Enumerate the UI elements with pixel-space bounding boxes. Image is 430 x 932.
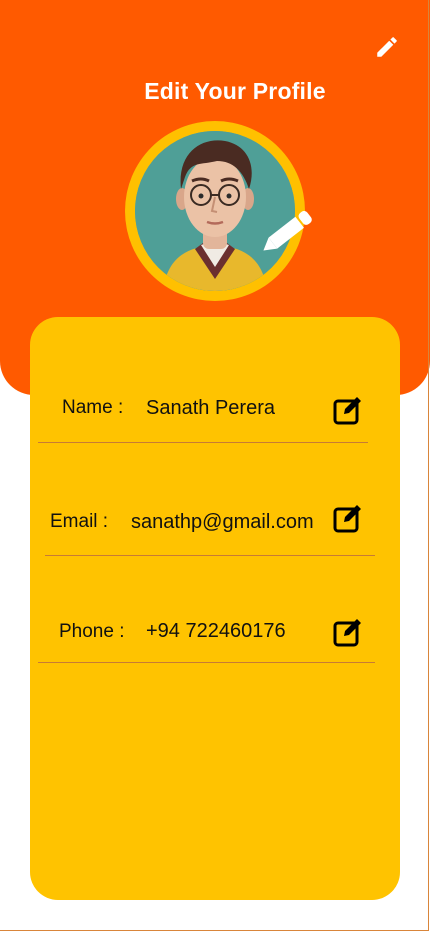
edit-square-icon [333,619,361,647]
phone-divider [38,662,375,663]
name-divider [38,442,368,443]
pencil-icon [377,37,397,57]
edit-profile-button[interactable] [372,32,402,62]
email-label: Email : [50,511,109,532]
edit-email-button[interactable] [332,502,364,534]
email-divider [45,555,375,556]
profile-details-card: Name : Sanath Perera Email : sanathp@gma… [30,317,400,900]
edit-square-icon [333,397,361,425]
edit-name-button[interactable] [332,394,364,426]
page-title: Edit Your Profile [144,78,326,104]
name-value: Sanath Perera [146,397,275,419]
name-label: Name : [62,397,124,418]
email-value: sanathp@gmail.com [131,511,314,533]
phone-value: +94 722460176 [146,620,286,642]
edit-phone-button[interactable] [332,616,364,648]
pencil-icon [263,210,312,251]
phone-label: Phone : [59,621,125,642]
change-photo-button[interactable] [262,200,320,258]
edit-square-icon [333,505,361,533]
